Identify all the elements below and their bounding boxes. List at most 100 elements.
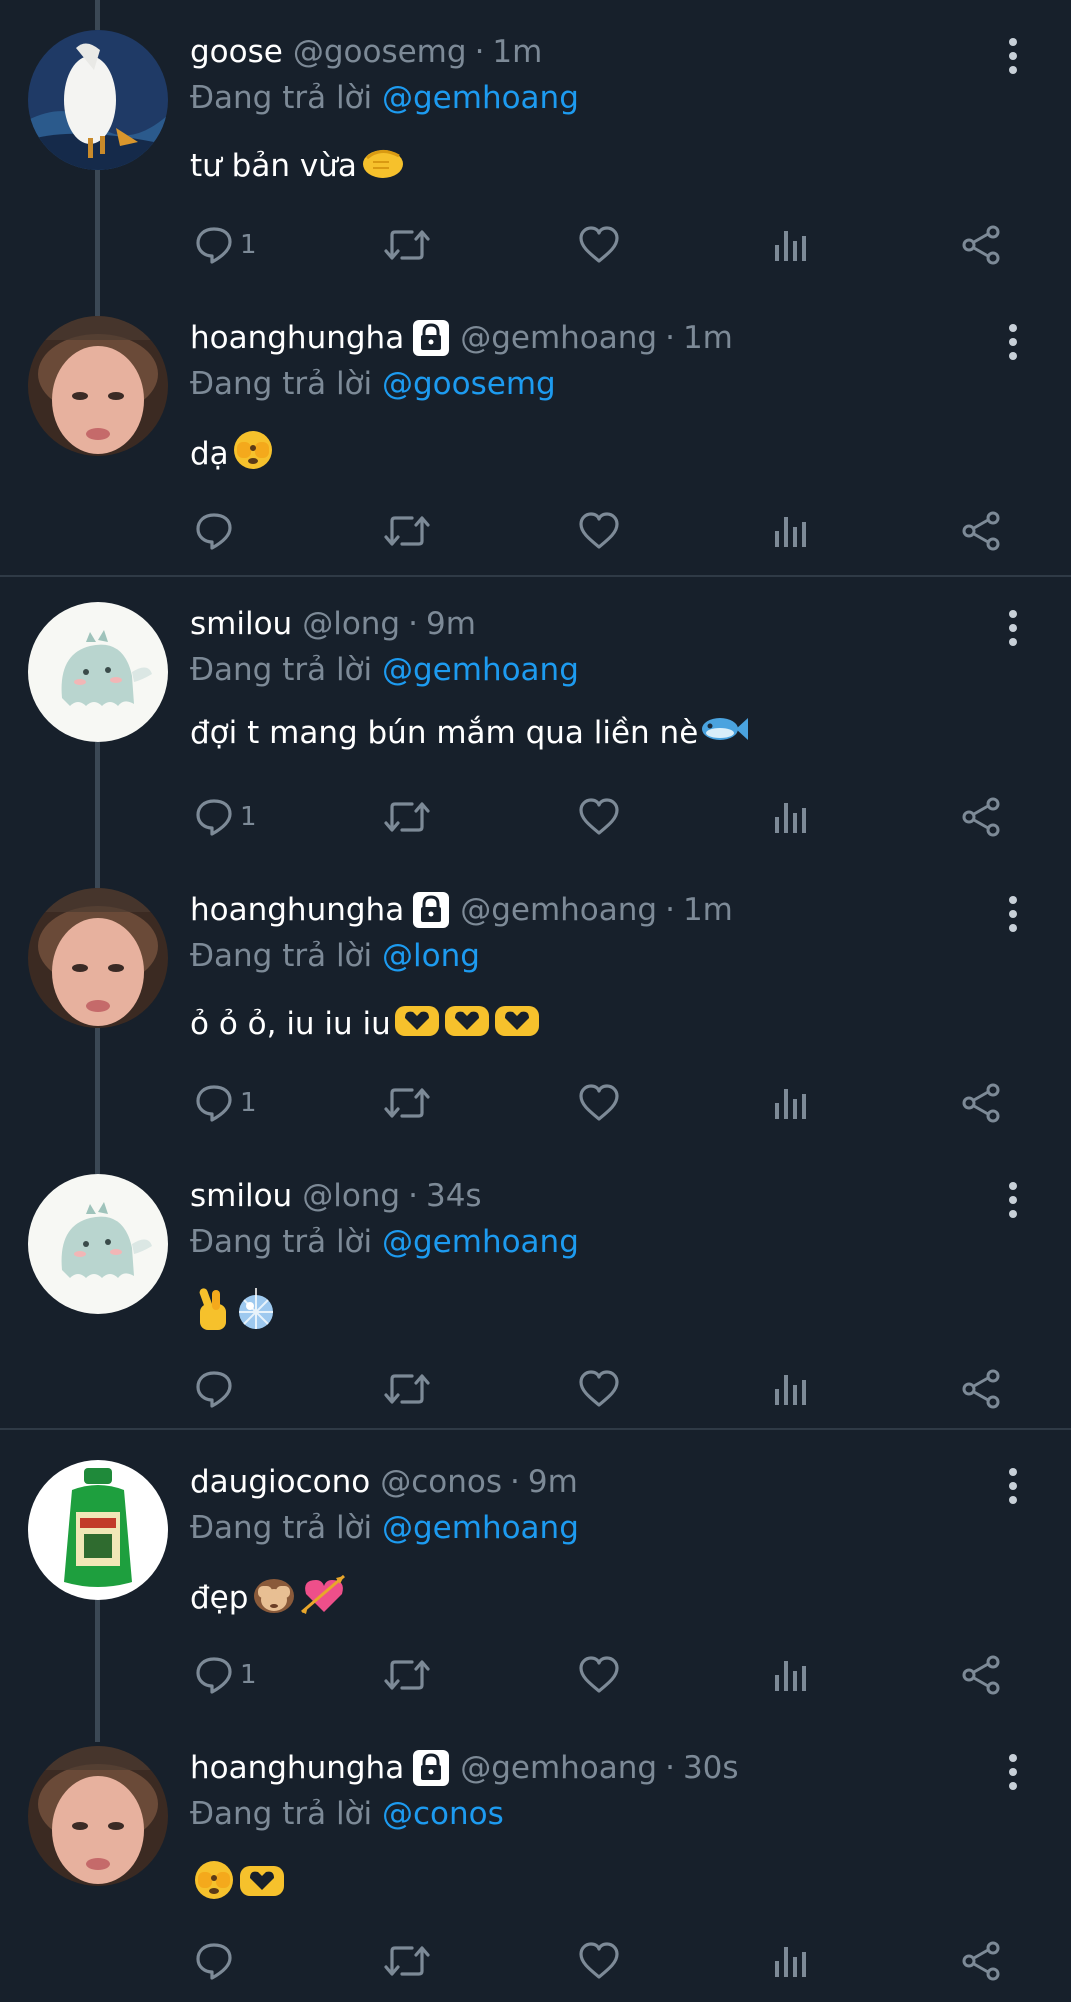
display-name[interactable]: smilou (190, 606, 292, 642)
share-button[interactable] (960, 1936, 1002, 1986)
reply-button[interactable] (194, 506, 240, 556)
reply-tweet[interactable]: goose @goosemg · 1m Đang trả lời @gemhoa… (0, 0, 1071, 286)
timestamp[interactable]: 1m (683, 320, 733, 356)
display-name[interactable]: hoanghungha (190, 892, 404, 928)
reply-button[interactable] (194, 1364, 240, 1414)
views-button[interactable] (772, 220, 808, 270)
display-name[interactable]: hoanghungha (190, 320, 404, 356)
share-button[interactable] (960, 792, 1002, 842)
reply-button[interactable]: 1 (194, 1650, 257, 1700)
avatar[interactable] (28, 1460, 168, 1600)
like-button[interactable] (578, 1650, 620, 1700)
like-button[interactable] (578, 792, 620, 842)
tweet-body: tư bản vừa (190, 148, 357, 184)
avatar[interactable] (28, 602, 168, 742)
more-icon[interactable] (1001, 1466, 1025, 1506)
more-icon[interactable] (1001, 1752, 1025, 1792)
reply-tweet[interactable]: daugiocono @conos · 9m Đang trả lời @gem… (0, 1430, 1071, 1716)
avatar[interactable] (28, 1174, 168, 1314)
display-name[interactable]: smilou (190, 1178, 292, 1214)
reply-mention[interactable]: @long (382, 938, 480, 974)
reply-mention[interactable]: @gemhoang (382, 1224, 579, 1260)
reply-tweet[interactable]: hoanghungha @gemhoang · 1m Đang trả lời … (0, 286, 1071, 572)
avatar[interactable] (28, 316, 168, 456)
more-icon[interactable] (1001, 1180, 1025, 1220)
views-button[interactable] (772, 792, 808, 842)
action-bar: 1 (190, 1650, 1030, 1700)
share-button[interactable] (960, 220, 1002, 270)
timestamp[interactable]: 34s (426, 1178, 482, 1214)
user-handle[interactable]: @long (302, 606, 400, 642)
retweet-icon (384, 1369, 430, 1409)
action-bar (190, 1364, 1030, 1414)
reply-button[interactable]: 1 (194, 1078, 257, 1128)
retweet-button[interactable] (384, 1364, 430, 1414)
share-button[interactable] (960, 1650, 1002, 1700)
views-button[interactable] (772, 1936, 808, 1986)
reply-button[interactable]: 1 (194, 792, 257, 842)
share-button[interactable] (960, 506, 1002, 556)
views-button[interactable] (772, 506, 808, 556)
reply-mention[interactable]: @gemhoang (382, 652, 579, 688)
lock-icon (412, 1749, 450, 1787)
retweet-button[interactable] (384, 1936, 430, 1986)
reply-tweet[interactable]: smilou @long · 9m Đang trả lời @gemhoang… (0, 572, 1071, 858)
timestamp[interactable]: 9m (426, 606, 476, 642)
share-button[interactable] (960, 1078, 1002, 1128)
reply-button[interactable] (194, 1936, 240, 1986)
user-handle[interactable]: @long (302, 1178, 400, 1214)
user-handle[interactable]: @gemhoang (460, 320, 657, 356)
retweet-button[interactable] (384, 506, 430, 556)
more-icon[interactable] (1001, 894, 1025, 934)
views-button[interactable] (772, 1364, 808, 1414)
like-icon (578, 1655, 620, 1695)
retweet-button[interactable] (384, 220, 430, 270)
user-handle[interactable]: @goosemg (293, 34, 467, 70)
display-name[interactable]: daugiocono (190, 1464, 370, 1500)
reply-mention[interactable]: @goosemg (382, 366, 556, 402)
views-icon (772, 1083, 808, 1123)
retweet-button[interactable] (384, 1078, 430, 1128)
like-button[interactable] (578, 1078, 620, 1128)
emoji-1 (443, 1000, 491, 1048)
emoji-1 (300, 1572, 348, 1624)
reply-count: 1 (240, 1088, 257, 1118)
share-icon (960, 1654, 1002, 1696)
separator-dot: · (665, 1750, 675, 1786)
user-handle[interactable]: @gemhoang (460, 892, 657, 928)
tweet-header: hoanghungha @gemhoang · 1m (190, 886, 733, 934)
reply-tweet[interactable]: hoanghungha @gemhoang · 1m Đang trả lời … (0, 858, 1071, 1144)
reply-mention[interactable]: @gemhoang (382, 80, 579, 116)
like-button[interactable] (578, 220, 620, 270)
display-name[interactable]: hoanghungha (190, 1750, 404, 1786)
more-icon[interactable] (1001, 608, 1025, 648)
reply-tweet[interactable]: hoanghungha @gemhoang · 30s Đang trả lời… (0, 1716, 1071, 2002)
reply-mention[interactable]: @conos (382, 1796, 504, 1832)
like-button[interactable] (578, 1364, 620, 1414)
reply-tweet[interactable]: smilou @long · 34s Đang trả lời @gemhoan… (0, 1144, 1071, 1430)
timestamp[interactable]: 9m (528, 1464, 578, 1500)
timestamp[interactable]: 30s (683, 1750, 739, 1786)
views-button[interactable] (772, 1078, 808, 1128)
reply-icon (194, 225, 234, 265)
retweet-button[interactable] (384, 792, 430, 842)
more-icon[interactable] (1001, 322, 1025, 362)
user-handle[interactable]: @gemhoang (460, 1750, 657, 1786)
reply-mention[interactable]: @gemhoang (382, 1510, 579, 1546)
like-button[interactable] (578, 506, 620, 556)
retweet-button[interactable] (384, 1650, 430, 1700)
like-button[interactable] (578, 1936, 620, 1986)
timestamp[interactable]: 1m (492, 34, 542, 70)
more-icon[interactable] (1001, 36, 1025, 76)
avatar[interactable] (28, 1746, 168, 1886)
share-icon (960, 796, 1002, 838)
reply-prefix: Đang trả lời (190, 938, 373, 974)
views-button[interactable] (772, 1650, 808, 1700)
avatar[interactable] (28, 888, 168, 1028)
timestamp[interactable]: 1m (683, 892, 733, 928)
reply-button[interactable]: 1 (194, 220, 257, 270)
share-button[interactable] (960, 1364, 1002, 1414)
display-name[interactable]: goose (190, 34, 283, 70)
user-handle[interactable]: @conos (380, 1464, 502, 1500)
avatar[interactable] (28, 30, 168, 170)
